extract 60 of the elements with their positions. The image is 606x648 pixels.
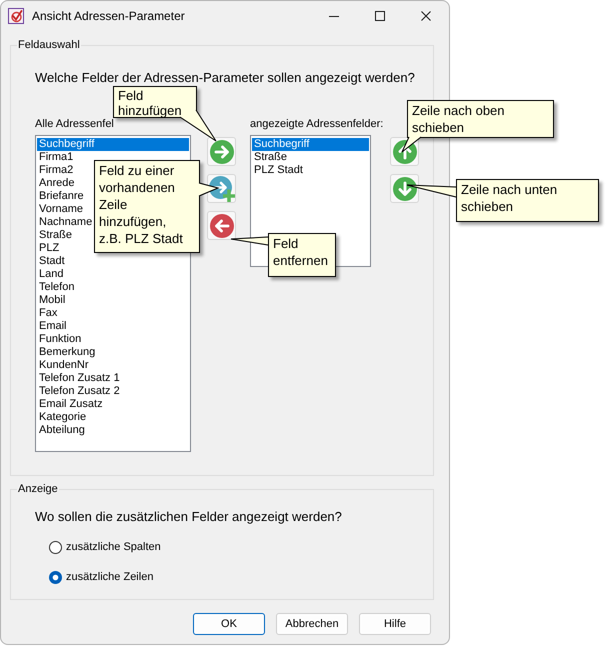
radio-button[interactable]	[49, 570, 62, 584]
callout: Zeile nach oben schieben	[407, 100, 554, 138]
remove-button[interactable]	[207, 211, 236, 240]
move-down-button[interactable]	[390, 174, 420, 203]
dialog-button[interactable]: Hilfe	[359, 613, 431, 635]
list-item[interactable]: Straße	[37, 229, 74, 242]
list-item[interactable]: Vorname	[37, 203, 84, 216]
radio-label[interactable]: zusätzliche Zeilen	[66, 570, 154, 584]
add-to-row-button[interactable]	[207, 174, 236, 203]
list-item[interactable]: Straße	[252, 151, 288, 164]
maximize-icon[interactable]	[375, 11, 385, 21]
list-item[interactable]: Stadt	[37, 255, 66, 268]
list-item[interactable]: Land	[37, 268, 64, 281]
callout-pointer	[230, 236, 269, 246]
list-item[interactable]: Firma1	[37, 151, 74, 164]
list-item[interactable]: PLZ	[37, 242, 60, 255]
list-item[interactable]: Email	[37, 320, 68, 333]
arrow-plus-icon	[208, 176, 234, 202]
callout-pointer	[406, 184, 457, 198]
close-icon[interactable]	[421, 11, 431, 21]
list-item[interactable]: Anrede	[37, 177, 76, 190]
question-text: Wo sollen die zusätzlichen Felder angezeigt werden?	[35, 509, 342, 525]
radio-label[interactable]: zusätzliche Spalten	[66, 540, 161, 554]
window-title: Ansicht Adressen-Parameter	[32, 9, 185, 23]
add-button[interactable]	[207, 137, 236, 166]
list-item[interactable]: Suchbegriff	[37, 138, 189, 151]
list-item[interactable]: Fax	[37, 307, 58, 320]
group-legend: Feldauswahl	[17, 39, 81, 52]
list-item[interactable]: Telefon Zusatz 2	[37, 385, 121, 398]
dialog-button[interactable]: Abbrechen	[276, 613, 348, 635]
callout-pointer	[401, 136, 422, 153]
question-text: Welche Felder der Adressen-Parameter sollen angezeigt werden?	[35, 70, 415, 86]
arrow-down-icon	[392, 176, 417, 200]
list-item[interactable]: Suchbegriff	[252, 138, 369, 151]
dialog-button[interactable]: OK	[193, 613, 265, 635]
list-item[interactable]: Firma2	[37, 164, 74, 177]
app-icon	[8, 8, 24, 24]
list-item[interactable]: Email Zusatz	[37, 398, 104, 411]
list-item[interactable]: Briefanre	[37, 190, 85, 203]
list-label: Alle Adressenfel	[35, 118, 114, 131]
callout-pointer	[198, 182, 219, 197]
callout: Feld entfernen	[268, 233, 336, 277]
radio-button[interactable]	[49, 540, 62, 554]
group-legend: Anzeige	[17, 483, 59, 496]
callout: Feld zu einer vorhandenen Zeile hinzufügen, z.B. PLZ Stadt	[94, 160, 200, 253]
arrow-left-icon	[210, 214, 234, 238]
list-item[interactable]: Bemerkung	[37, 346, 96, 359]
list-item[interactable]: Telefon Zusatz 1	[37, 372, 121, 385]
list-item[interactable]: Telefon	[37, 281, 76, 294]
list-item[interactable]: KundenNr	[37, 359, 90, 372]
list-item[interactable]: Abteilung	[37, 424, 86, 437]
list-item[interactable]: PLZ Stadt	[252, 164, 304, 177]
list-item[interactable]: Kategorie	[37, 411, 88, 424]
callout-pointer	[179, 109, 217, 142]
list-label: angezeigte Adressenfelder:	[250, 118, 384, 131]
arrow-right-icon	[210, 140, 234, 164]
list-item[interactable]: Nachname	[37, 216, 94, 229]
list-item[interactable]: Funktion	[37, 333, 82, 346]
list-item[interactable]: Mobil	[37, 294, 66, 307]
callout: Zeile nach unten schieben	[456, 179, 599, 222]
